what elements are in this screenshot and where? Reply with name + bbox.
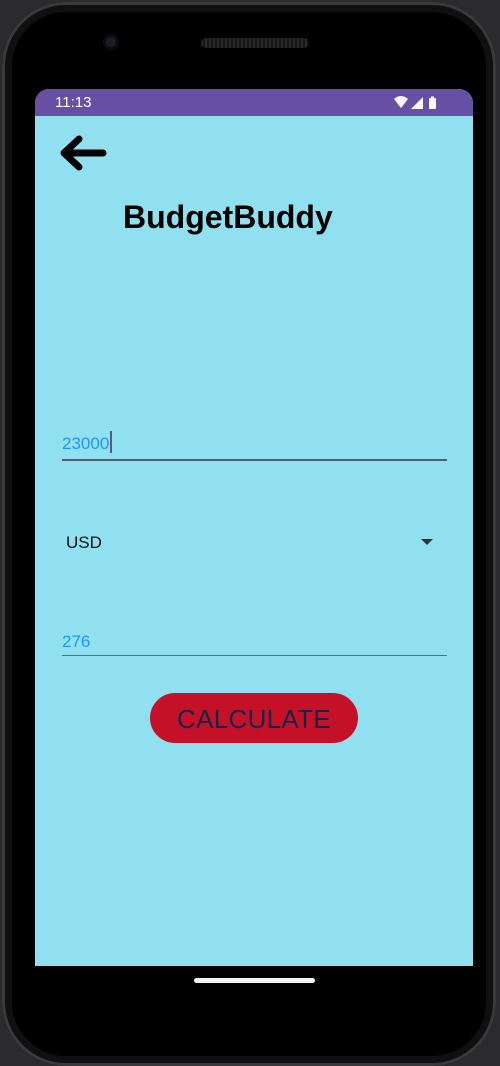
home-gesture-handle[interactable] — [194, 978, 315, 983]
cellular-signal-icon — [411, 97, 423, 109]
earpiece-speaker — [201, 38, 309, 48]
battery-icon — [429, 96, 436, 109]
phone-frame: 11:13 BudgetBuddy 23000 USD 276 CALCULAT… — [2, 2, 496, 1066]
text-cursor — [110, 431, 113, 453]
front-camera — [103, 34, 119, 50]
amount-input-value: 23000 — [62, 434, 110, 453]
amount-input[interactable]: 23000 — [62, 425, 447, 461]
dropdown-arrow-icon — [421, 539, 433, 545]
status-icons — [394, 96, 436, 109]
result-field[interactable]: 276 — [62, 625, 447, 656]
arrow-left-icon — [60, 135, 107, 171]
wifi-icon — [394, 96, 408, 108]
currency-selected-value: USD — [66, 533, 102, 552]
app-screen: 11:13 BudgetBuddy 23000 USD 276 CALCULAT… — [35, 89, 473, 1029]
calculate-button[interactable]: CALCULATE — [150, 693, 358, 743]
status-bar: 11:13 — [35, 89, 473, 116]
back-button[interactable] — [57, 132, 109, 174]
result-value: 276 — [62, 632, 91, 651]
navigation-bar — [35, 966, 473, 1029]
app-title: BudgetBuddy — [123, 199, 333, 235]
currency-dropdown[interactable]: USD — [62, 519, 447, 563]
status-time: 11:13 — [55, 94, 92, 111]
